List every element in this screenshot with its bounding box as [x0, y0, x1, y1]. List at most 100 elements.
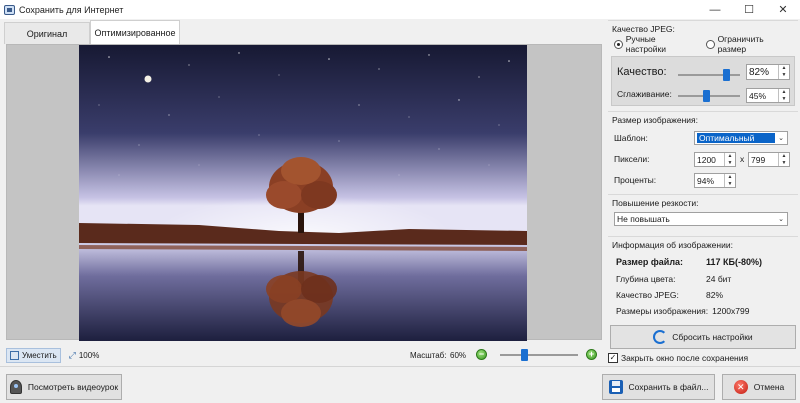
smoothing-row: Сглаживание:: [617, 89, 672, 99]
save-to-file-button[interactable]: Сохранить в файл...: [602, 374, 715, 400]
checkbox-checked-icon: ✓: [608, 353, 618, 363]
close-after-save-checkbox[interactable]: ✓ Закрыть окно после сохранения: [608, 353, 748, 363]
template-select[interactable]: Оптимальный ⌄: [694, 131, 788, 145]
quality-row: Качество:: [617, 66, 667, 78]
reset-settings-button[interactable]: Сбросить настройки: [610, 325, 796, 349]
watch-video-label: Посмотреть видеоурок: [27, 382, 119, 392]
fit-button[interactable]: Уместить: [6, 347, 61, 363]
dims-row: Размеры изображения: 1200x799: [616, 306, 749, 316]
quality-mode-row: Ручные настройки Ограничить размер: [608, 34, 798, 54]
info-quality-row: Качество JPEG: 82%: [616, 290, 723, 300]
times-sign: x: [740, 154, 745, 164]
preview-toolbar: Уместить ⤢ 100% Масштаб: 60% − +: [6, 346, 602, 364]
smoothing-label: Сглаживание:: [617, 89, 672, 99]
bottom-bar: Посмотреть видеоурок Сохранить в файл...…: [0, 366, 800, 403]
spin-arrows-icon[interactable]: ▲ ▼: [778, 153, 789, 166]
cancel-label: Отмена: [753, 382, 785, 392]
spin-arrows-icon[interactable]: ▲ ▼: [778, 89, 789, 102]
zoom-out-button[interactable]: −: [476, 349, 487, 360]
smoothing-spinbox[interactable]: 45% ▲ ▼: [746, 88, 790, 103]
zoom-value: 60%: [450, 350, 467, 360]
cancel-icon: ✕: [733, 380, 748, 394]
image-info-title: Информация об изображении:: [612, 240, 733, 250]
chevron-down-icon: ⌄: [778, 135, 784, 142]
minimize-button[interactable]: —: [698, 0, 732, 19]
actual-size-icon: ⤢: [68, 349, 76, 360]
quality-slider-thumb[interactable]: [723, 69, 730, 81]
window-controls: — ☐ ✕: [698, 0, 800, 19]
preview-tabs: Оригинал Оптимизированное: [4, 20, 180, 44]
close-button[interactable]: ✕: [766, 0, 800, 19]
depth-label: Глубина цвета:: [616, 274, 676, 284]
smoothing-slider[interactable]: [678, 90, 740, 102]
dims-label: Размеры изображения:: [616, 306, 709, 316]
zoom-slider-thumb[interactable]: [521, 349, 528, 361]
floppy-icon: [608, 380, 623, 394]
watch-video-button[interactable]: Посмотреть видеоурок: [6, 374, 122, 400]
width-value: 1200: [697, 154, 716, 165]
mode-manual-label: Ручные настройки: [625, 34, 666, 54]
refresh-icon: [653, 330, 668, 344]
tab-original[interactable]: Оригинал: [4, 22, 90, 44]
info-quality-value: 82%: [706, 290, 724, 300]
dims-value: 1200x799: [712, 306, 750, 316]
sharpen-group: Повышение резкости: Не повышать ⌄: [608, 194, 798, 234]
mode-limit-radio[interactable]: Ограничить размер: [705, 34, 792, 54]
zoom-label: Масштаб:: [410, 350, 447, 360]
mode-manual-radio[interactable]: Ручные настройки: [614, 34, 696, 54]
image-info-group: Информация об изображении: Размер файла:…: [608, 236, 798, 322]
close-after-save-label: Закрыть окно после сохранения: [621, 353, 749, 363]
filesize-value: 117 КБ(-80%): [706, 257, 762, 267]
percent-value: 94%: [697, 175, 715, 186]
preview-image-graphic: [79, 45, 527, 341]
radio-unselected-icon: [705, 39, 715, 49]
spin-arrows-icon[interactable]: ▲ ▼: [724, 174, 735, 187]
width-spinbox[interactable]: 1200 ▲ ▼: [694, 152, 736, 167]
sharpen-select[interactable]: Не повышать ⌄: [614, 212, 788, 226]
fit-label: Уместить: [22, 350, 57, 360]
smoothing-slider-thumb[interactable]: [703, 90, 710, 102]
quality-value: 82%: [749, 66, 770, 78]
tab-optimized[interactable]: Оптимизированное: [90, 20, 180, 44]
chevron-down-icon: ⌄: [778, 216, 784, 223]
filesize-label: Размер файла:: [616, 257, 684, 267]
quality-slider[interactable]: [678, 69, 740, 81]
filesize-row: Размер файла: 117 КБ(-80%): [616, 257, 762, 267]
percent-label: Проценты:: [614, 175, 657, 185]
window-titlebar: Сохранить для Интернет — ☐ ✕: [0, 0, 800, 19]
mode-limit-label: Ограничить размер: [717, 34, 764, 54]
spin-arrows-icon[interactable]: ▲ ▼: [778, 65, 789, 79]
reset-settings-label: Сбросить настройки: [672, 332, 753, 342]
height-value: 799: [751, 154, 766, 165]
quality-label: Качество:: [617, 66, 667, 78]
save-to-file-label: Сохранить в файл...: [628, 382, 709, 392]
preview-panel: Оригинал Оптимизированное Уместить ⤢ 100…: [2, 20, 604, 366]
height-spinbox[interactable]: 799 ▲ ▼: [748, 152, 790, 167]
actual-size-button[interactable]: ⤢ 100%: [69, 350, 100, 361]
smoothing-value: 45%: [749, 90, 767, 101]
fit-icon: [10, 350, 19, 360]
pixels-label: Пиксели:: [614, 154, 650, 164]
info-quality-label: Качество JPEG:: [616, 290, 679, 300]
depth-row: Глубина цвета: 24 бит: [616, 274, 731, 284]
percent-spinbox[interactable]: 94% ▲ ▼: [694, 173, 736, 188]
quality-spinbox[interactable]: 82% ▲ ▼: [746, 64, 790, 80]
zoom-in-button[interactable]: +: [586, 349, 597, 360]
template-value: Оптимальный: [697, 133, 775, 143]
radio-selected-icon: [614, 39, 623, 49]
sharpen-value: Не повышать: [617, 214, 670, 224]
maximize-button[interactable]: ☐: [732, 0, 766, 19]
jpeg-quality-group: Качество JPEG: Ручные настройки Ограничи…: [608, 20, 798, 110]
webcam-icon: [9, 380, 22, 394]
spin-arrows-icon[interactable]: ▲ ▼: [724, 153, 735, 166]
cancel-button[interactable]: ✕ Отмена: [722, 374, 796, 400]
image-size-group: Размер изображения: Шаблон: Оптимальный …: [608, 111, 798, 191]
preview-image: [79, 45, 527, 341]
settings-panel: Качество JPEG: Ручные настройки Ограничи…: [606, 20, 798, 366]
template-label: Шаблон:: [614, 133, 648, 143]
actual-size-label: 100%: [78, 350, 100, 360]
zoom-slider[interactable]: [500, 349, 578, 361]
image-viewer[interactable]: [6, 44, 602, 341]
window-title: Сохранить для Интернет: [19, 4, 124, 15]
depth-value: 24 бит: [706, 274, 732, 284]
